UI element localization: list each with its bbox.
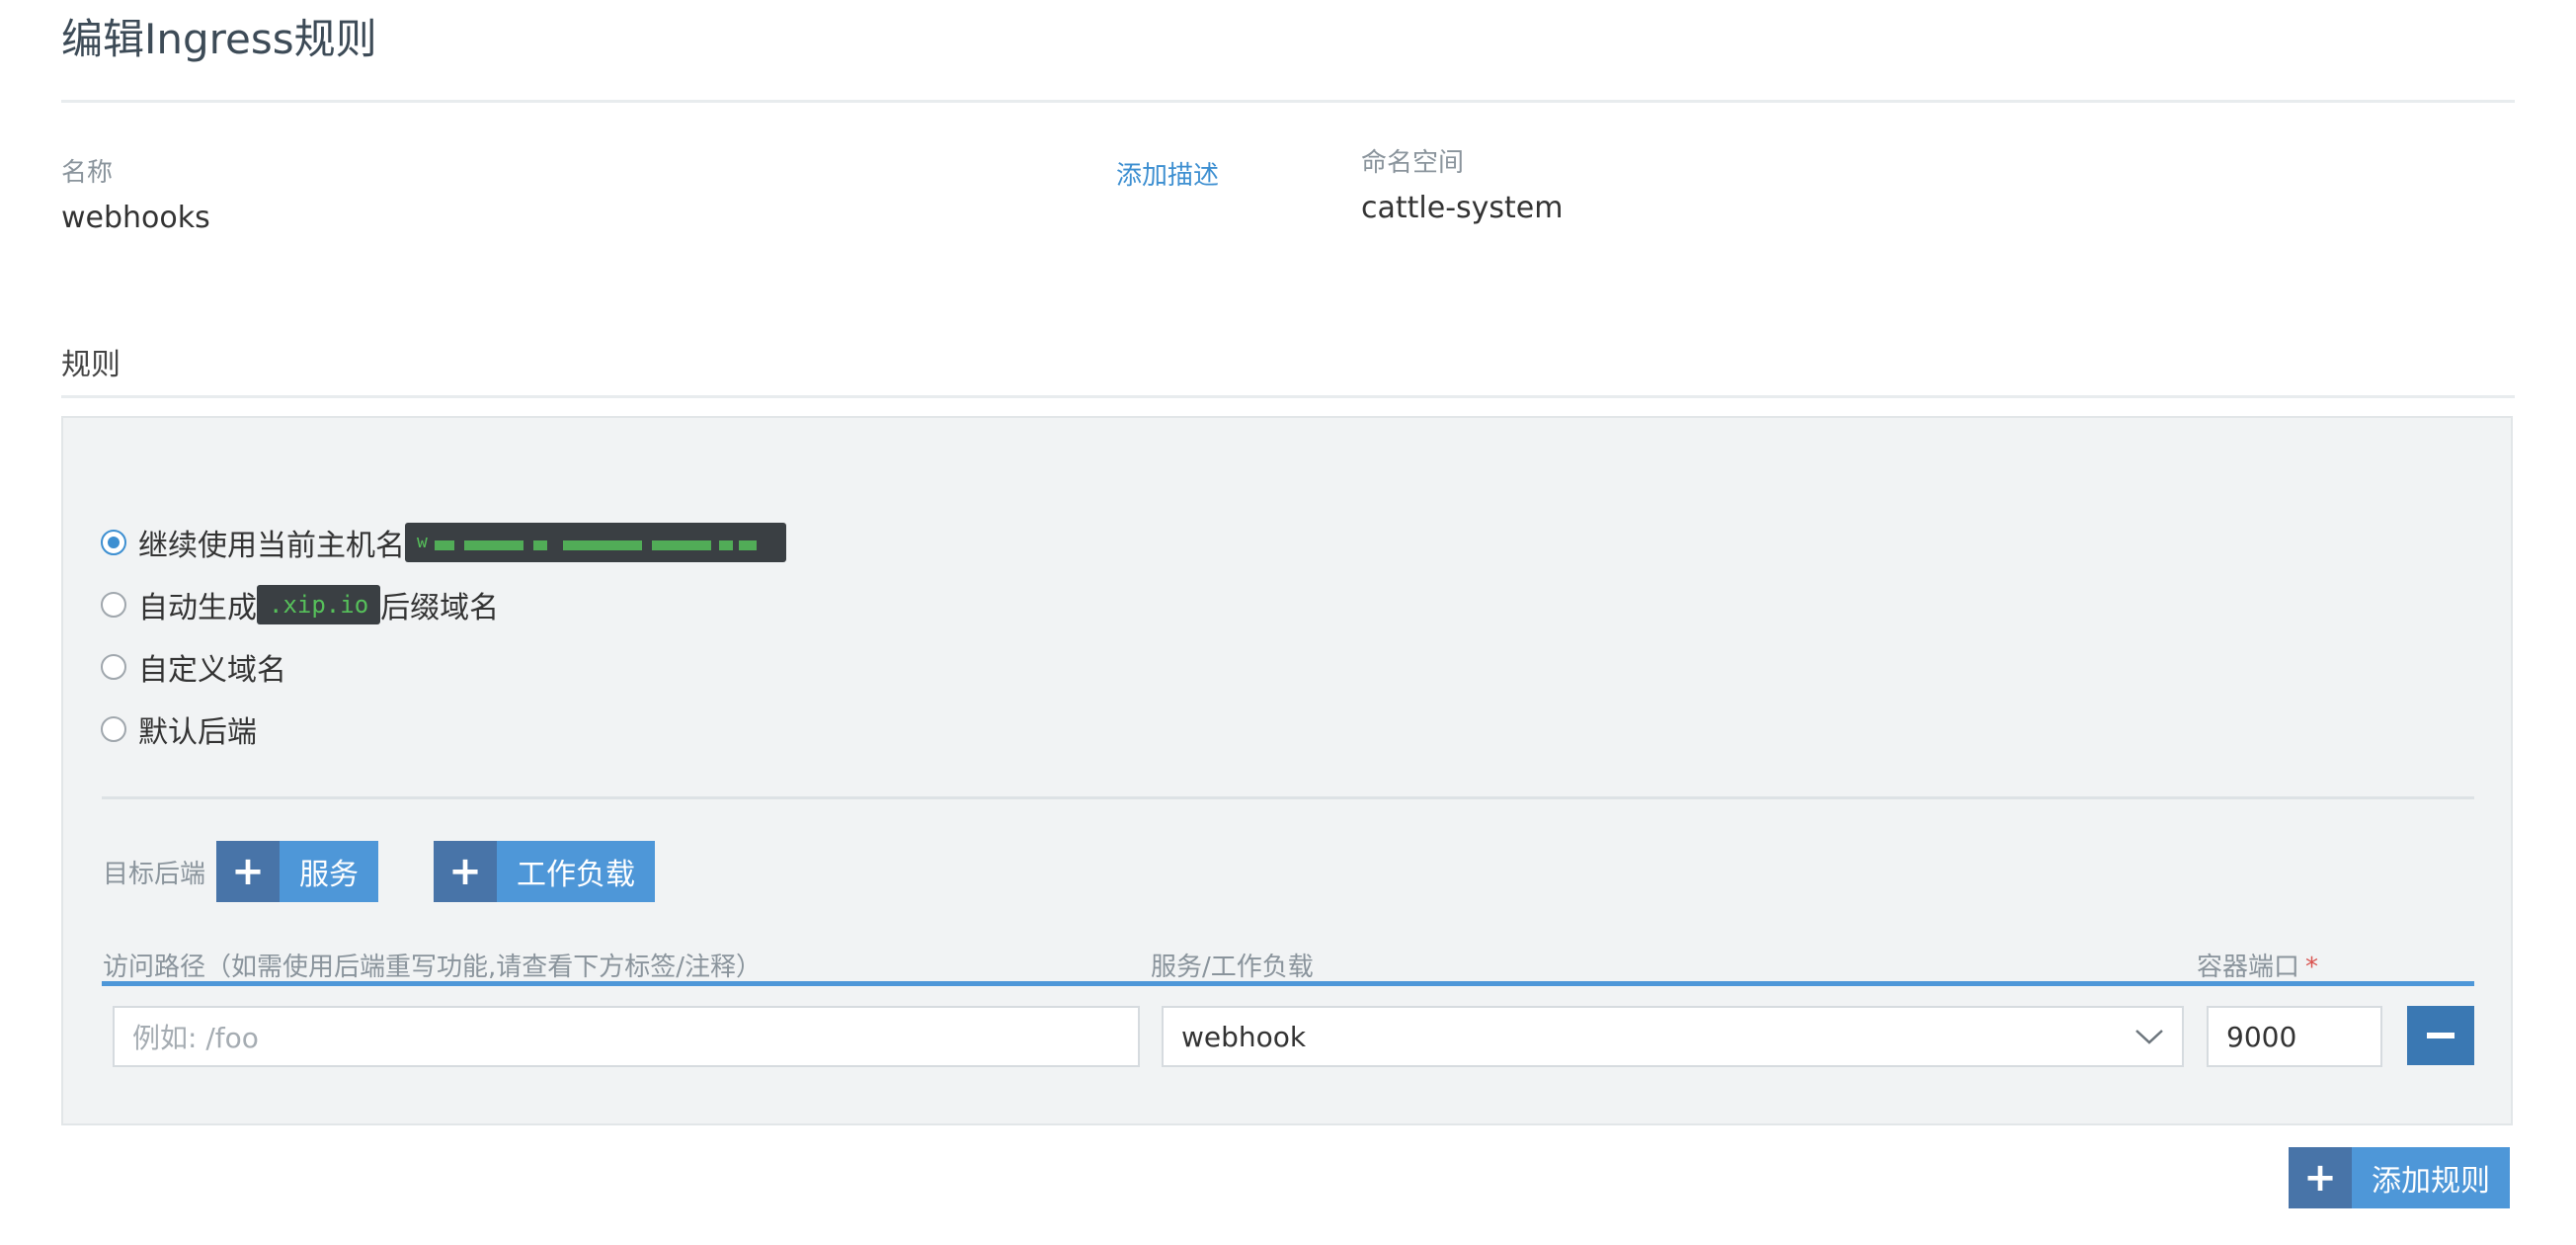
path-column-header: 访问路径（如需使用后端重写功能,请查看下方标签/注释） — [103, 953, 763, 982]
add-workload-button[interactable]: + 工作负载 — [434, 841, 655, 902]
minus-icon — [2427, 1033, 2455, 1038]
plus-icon: + — [2289, 1147, 2352, 1208]
namespace-value[interactable]: cattle-system — [1361, 191, 1563, 225]
container-port-input[interactable]: 9000 — [2207, 1006, 2382, 1067]
service-column-header: 服务/工作负载 — [1151, 953, 1314, 982]
radio-checked-icon[interactable] — [101, 530, 126, 555]
service-select-value: webhook — [1181, 1020, 1307, 1053]
columns-underline — [102, 981, 2474, 986]
options-divider — [102, 796, 2474, 799]
header-divider — [61, 100, 2515, 103]
radio-unchecked-icon[interactable] — [101, 716, 126, 742]
add-description-link[interactable]: 添加描述 — [1116, 155, 1219, 192]
target-backend-label: 目标后端 — [103, 860, 206, 889]
name-label: 名称 — [61, 158, 114, 188]
host-option-keep-current[interactable]: 继续使用当前主机名 w — [101, 521, 786, 564]
remove-rule-button[interactable] — [2407, 1006, 2474, 1065]
page-title: 编辑Ingress规则 — [61, 15, 377, 63]
plus-icon: + — [434, 841, 497, 902]
port-column-header: 容器端口 * — [2197, 953, 2319, 982]
current-hostname-code: w — [405, 523, 786, 562]
name-value[interactable]: webhooks — [61, 201, 210, 235]
required-mark: * — [2305, 953, 2319, 982]
add-service-button[interactable]: + 服务 — [216, 841, 378, 902]
host-option-label: 默认后端 — [138, 715, 257, 750]
host-option-default-backend[interactable]: 默认后端 — [101, 707, 257, 751]
host-option-custom[interactable]: 自定义域名 — [101, 645, 286, 689]
namespace-label: 命名空间 — [1361, 148, 1465, 178]
host-option-label: 继续使用当前主机名 — [138, 529, 405, 563]
radio-unchecked-icon[interactable] — [101, 654, 126, 680]
host-option-label: 自定义域名 — [138, 653, 286, 688]
rules-divider — [61, 395, 2515, 398]
plus-icon: + — [216, 841, 280, 902]
host-option-label-suffix: 后缀域名 — [380, 591, 500, 625]
radio-unchecked-icon[interactable] — [101, 592, 126, 618]
host-option-xip[interactable]: 自动生成 .xip.io 后缀域名 — [101, 583, 499, 626]
chevron-down-icon — [2135, 1030, 2163, 1044]
xip-domain-code: .xip.io — [257, 585, 381, 624]
service-select[interactable]: webhook — [1162, 1006, 2184, 1067]
add-rule-button[interactable]: + 添加规则 — [2289, 1147, 2510, 1208]
path-input[interactable]: 例如: /foo — [113, 1006, 1140, 1067]
host-option-label: 自动生成 — [138, 591, 257, 625]
rules-section-title: 规则 — [61, 348, 121, 382]
